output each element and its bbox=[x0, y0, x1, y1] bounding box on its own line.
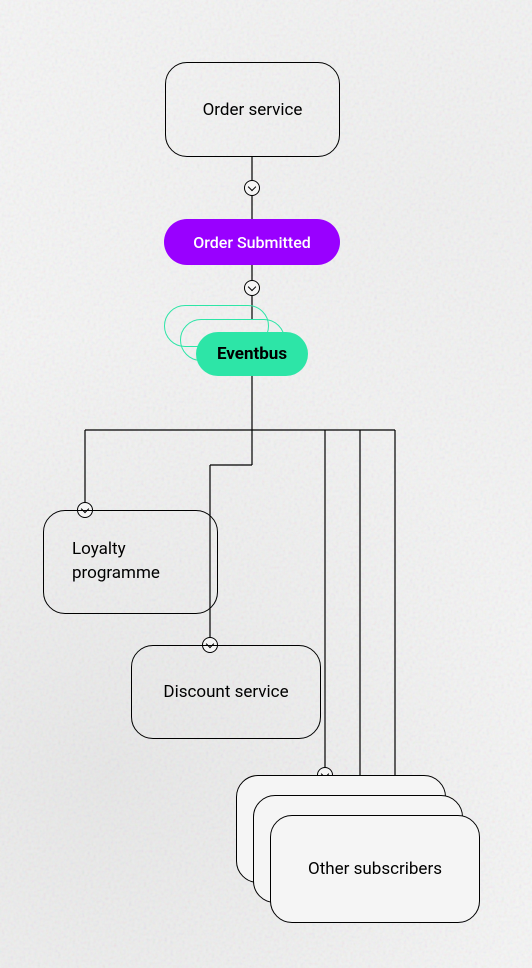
chevron-down-icon bbox=[244, 180, 260, 196]
eventbus-label: Eventbus bbox=[217, 344, 287, 364]
order-submitted-node: Order Submitted bbox=[164, 219, 340, 265]
order-service-node: Order service bbox=[165, 62, 340, 157]
other-subscribers-label: Other subscribers bbox=[308, 859, 442, 879]
chevron-down-icon bbox=[244, 280, 260, 296]
loyalty-programme-node: Loyalty programme bbox=[43, 510, 218, 614]
discount-service-node: Discount service bbox=[131, 645, 321, 739]
discount-service-label: Discount service bbox=[163, 682, 288, 702]
eventbus-node: Eventbus bbox=[196, 332, 308, 376]
loyalty-programme-label: Loyalty programme bbox=[72, 538, 160, 586]
order-service-label: Order service bbox=[203, 100, 303, 120]
order-submitted-label: Order Submitted bbox=[193, 233, 311, 252]
other-subscribers-node: Other subscribers bbox=[270, 815, 480, 923]
